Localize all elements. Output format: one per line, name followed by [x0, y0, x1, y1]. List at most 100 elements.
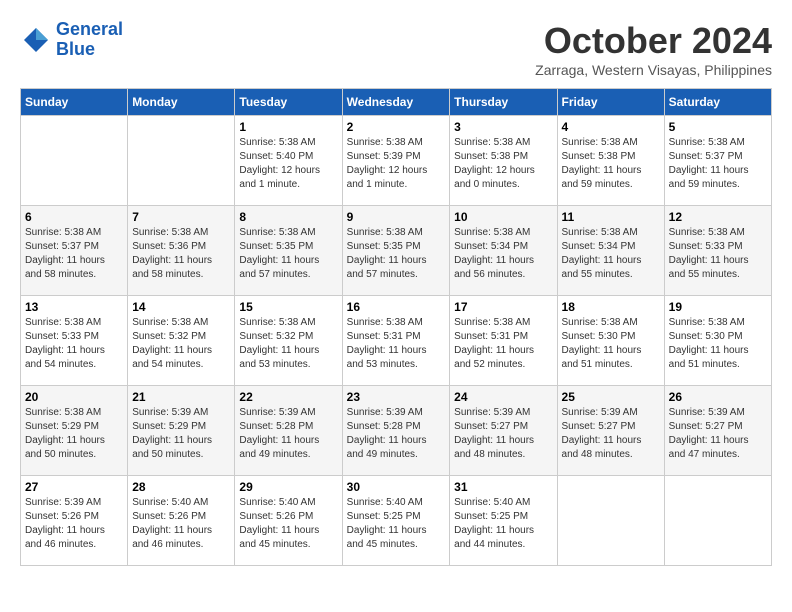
- day-info: Sunrise: 5:38 AM Sunset: 5:40 PM Dayligh…: [239, 136, 337, 192]
- calendar-cell: 6Sunrise: 5:38 AM Sunset: 5:37 PM Daylig…: [21, 206, 128, 296]
- day-number: 12: [669, 210, 767, 224]
- day-number: 8: [239, 210, 337, 224]
- day-number: 26: [669, 390, 767, 404]
- calendar-cell: 18 Sunrise: 5:38 AM Sunset: 5:30 PM Dayli…: [557, 296, 664, 386]
- calendar-cell: 19 Sunrise: 5:38 AM Sunset: 5:30 PM Dayli…: [664, 296, 771, 386]
- weekday-header: Monday: [128, 89, 235, 116]
- day-number: 27: [25, 480, 123, 494]
- day-info: Sunrise: 5:38 AM Sunset: 5:37 PM Dayligh…: [669, 136, 767, 192]
- calendar-cell: 2 Sunrise: 5:38 AM Sunset: 5:39 PM Daylig…: [342, 116, 450, 206]
- calendar-week-row: 6Sunrise: 5:38 AM Sunset: 5:37 PM Daylig…: [21, 206, 772, 296]
- logo: General Blue: [20, 20, 123, 60]
- calendar-cell: 3Sunrise: 5:38 AM Sunset: 5:38 PM Daylig…: [450, 116, 557, 206]
- day-number: 11: [562, 210, 660, 224]
- day-info: Sunrise: 5:38 AM Sunset: 5:35 PM Dayligh…: [347, 226, 446, 282]
- day-number: 21: [132, 390, 230, 404]
- day-info: Sunrise: 5:38 AM Sunset: 5:30 PM Dayligh…: [669, 316, 767, 372]
- page-header: General Blue October 2024 Zarraga, Weste…: [20, 20, 772, 78]
- day-number: 16: [347, 300, 446, 314]
- calendar-cell: 28Sunrise: 5:40 AM Sunset: 5:26 PM Dayli…: [128, 476, 235, 566]
- day-info: Sunrise: 5:38 AM Sunset: 5:39 PM Dayligh…: [347, 136, 446, 192]
- day-number: 17: [454, 300, 552, 314]
- weekday-header: Thursday: [450, 89, 557, 116]
- logo-text: General Blue: [56, 20, 123, 60]
- day-info: Sunrise: 5:40 AM Sunset: 5:25 PM Dayligh…: [347, 496, 446, 552]
- day-number: 4: [562, 120, 660, 134]
- calendar-cell: 11Sunrise: 5:38 AM Sunset: 5:34 PM Dayli…: [557, 206, 664, 296]
- calendar-week-row: 27 Sunrise: 5:39 AM Sunset: 5:26 PM Dayli…: [21, 476, 772, 566]
- day-number: 29: [239, 480, 337, 494]
- day-number: 25: [562, 390, 660, 404]
- day-number: 1: [239, 120, 337, 134]
- day-number: 14: [132, 300, 230, 314]
- calendar-cell: 24Sunrise: 5:39 AM Sunset: 5:27 PM Dayli…: [450, 386, 557, 476]
- calendar-cell: [128, 116, 235, 206]
- logo-icon: [20, 24, 52, 56]
- day-info: Sunrise: 5:40 AM Sunset: 5:25 PM Dayligh…: [454, 496, 552, 552]
- day-info: Sunrise: 5:38 AM Sunset: 5:31 PM Dayligh…: [347, 316, 446, 372]
- calendar-cell: 30 Sunrise: 5:40 AM Sunset: 5:25 PM Dayli…: [342, 476, 450, 566]
- day-number: 2: [347, 120, 446, 134]
- calendar-cell: 14 Sunrise: 5:38 AM Sunset: 5:32 PM Dayli…: [128, 296, 235, 386]
- calendar-cell: 26 Sunrise: 5:39 AM Sunset: 5:27 PM Dayli…: [664, 386, 771, 476]
- day-info: Sunrise: 5:38 AM Sunset: 5:32 PM Dayligh…: [132, 316, 230, 372]
- calendar-cell: 27 Sunrise: 5:39 AM Sunset: 5:26 PM Dayli…: [21, 476, 128, 566]
- day-info: Sunrise: 5:39 AM Sunset: 5:28 PM Dayligh…: [239, 406, 337, 462]
- calendar-cell: 25 Sunrise: 5:39 AM Sunset: 5:27 PM Dayli…: [557, 386, 664, 476]
- day-info: Sunrise: 5:38 AM Sunset: 5:31 PM Dayligh…: [454, 316, 552, 372]
- calendar-cell: 23Sunrise: 5:39 AM Sunset: 5:28 PM Dayli…: [342, 386, 450, 476]
- day-info: Sunrise: 5:39 AM Sunset: 5:27 PM Dayligh…: [669, 406, 767, 462]
- calendar-cell: 22 Sunrise: 5:39 AM Sunset: 5:28 PM Dayli…: [235, 386, 342, 476]
- calendar-header-row: SundayMondayTuesdayWednesdayThursdayFrid…: [21, 89, 772, 116]
- day-info: Sunrise: 5:38 AM Sunset: 5:34 PM Dayligh…: [454, 226, 552, 282]
- day-info: Sunrise: 5:39 AM Sunset: 5:27 PM Dayligh…: [454, 406, 552, 462]
- location: Zarraga, Western Visayas, Philippines: [535, 62, 772, 78]
- day-info: Sunrise: 5:38 AM Sunset: 5:32 PM Dayligh…: [239, 316, 337, 372]
- day-number: 19: [669, 300, 767, 314]
- logo-line2: Blue: [56, 39, 95, 59]
- day-number: 13: [25, 300, 123, 314]
- day-info: Sunrise: 5:38 AM Sunset: 5:29 PM Dayligh…: [25, 406, 123, 462]
- weekday-header: Wednesday: [342, 89, 450, 116]
- calendar-cell: 8 Sunrise: 5:38 AM Sunset: 5:35 PM Daylig…: [235, 206, 342, 296]
- weekday-header: Saturday: [664, 89, 771, 116]
- day-number: 6: [25, 210, 123, 224]
- calendar-cell: 1 Sunrise: 5:38 AM Sunset: 5:40 PM Daylig…: [235, 116, 342, 206]
- day-number: 22: [239, 390, 337, 404]
- day-number: 18: [562, 300, 660, 314]
- day-info: Sunrise: 5:40 AM Sunset: 5:26 PM Dayligh…: [239, 496, 337, 552]
- day-number: 30: [347, 480, 446, 494]
- calendar-week-row: 1 Sunrise: 5:38 AM Sunset: 5:40 PM Daylig…: [21, 116, 772, 206]
- day-number: 5: [669, 120, 767, 134]
- day-info: Sunrise: 5:38 AM Sunset: 5:38 PM Dayligh…: [562, 136, 660, 192]
- calendar-cell: 31Sunrise: 5:40 AM Sunset: 5:25 PM Dayli…: [450, 476, 557, 566]
- day-info: Sunrise: 5:40 AM Sunset: 5:26 PM Dayligh…: [132, 496, 230, 552]
- day-info: Sunrise: 5:39 AM Sunset: 5:26 PM Dayligh…: [25, 496, 123, 552]
- day-number: 3: [454, 120, 552, 134]
- month-title: October 2024: [535, 20, 772, 62]
- day-info: Sunrise: 5:38 AM Sunset: 5:33 PM Dayligh…: [669, 226, 767, 282]
- calendar-cell: 9Sunrise: 5:38 AM Sunset: 5:35 PM Daylig…: [342, 206, 450, 296]
- calendar-cell: 15 Sunrise: 5:38 AM Sunset: 5:32 PM Dayli…: [235, 296, 342, 386]
- calendar-table: SundayMondayTuesdayWednesdayThursdayFrid…: [20, 88, 772, 566]
- calendar-cell: 4 Sunrise: 5:38 AM Sunset: 5:38 PM Daylig…: [557, 116, 664, 206]
- day-number: 23: [347, 390, 446, 404]
- calendar-cell: 5 Sunrise: 5:38 AM Sunset: 5:37 PM Daylig…: [664, 116, 771, 206]
- day-info: Sunrise: 5:39 AM Sunset: 5:27 PM Dayligh…: [562, 406, 660, 462]
- day-info: Sunrise: 5:38 AM Sunset: 5:35 PM Dayligh…: [239, 226, 337, 282]
- calendar-week-row: 13Sunrise: 5:38 AM Sunset: 5:33 PM Dayli…: [21, 296, 772, 386]
- weekday-header: Tuesday: [235, 89, 342, 116]
- calendar-cell: 21 Sunrise: 5:39 AM Sunset: 5:29 PM Dayli…: [128, 386, 235, 476]
- calendar-cell: [557, 476, 664, 566]
- day-number: 15: [239, 300, 337, 314]
- calendar-week-row: 20 Sunrise: 5:38 AM Sunset: 5:29 PM Dayli…: [21, 386, 772, 476]
- calendar-cell: 20 Sunrise: 5:38 AM Sunset: 5:29 PM Dayli…: [21, 386, 128, 476]
- calendar-cell: 10Sunrise: 5:38 AM Sunset: 5:34 PM Dayli…: [450, 206, 557, 296]
- day-info: Sunrise: 5:38 AM Sunset: 5:36 PM Dayligh…: [132, 226, 230, 282]
- calendar-cell: 7Sunrise: 5:38 AM Sunset: 5:36 PM Daylig…: [128, 206, 235, 296]
- calendar-cell: 16 Sunrise: 5:38 AM Sunset: 5:31 PM Dayli…: [342, 296, 450, 386]
- weekday-header: Sunday: [21, 89, 128, 116]
- day-info: Sunrise: 5:39 AM Sunset: 5:29 PM Dayligh…: [132, 406, 230, 462]
- day-number: 20: [25, 390, 123, 404]
- day-info: Sunrise: 5:38 AM Sunset: 5:30 PM Dayligh…: [562, 316, 660, 372]
